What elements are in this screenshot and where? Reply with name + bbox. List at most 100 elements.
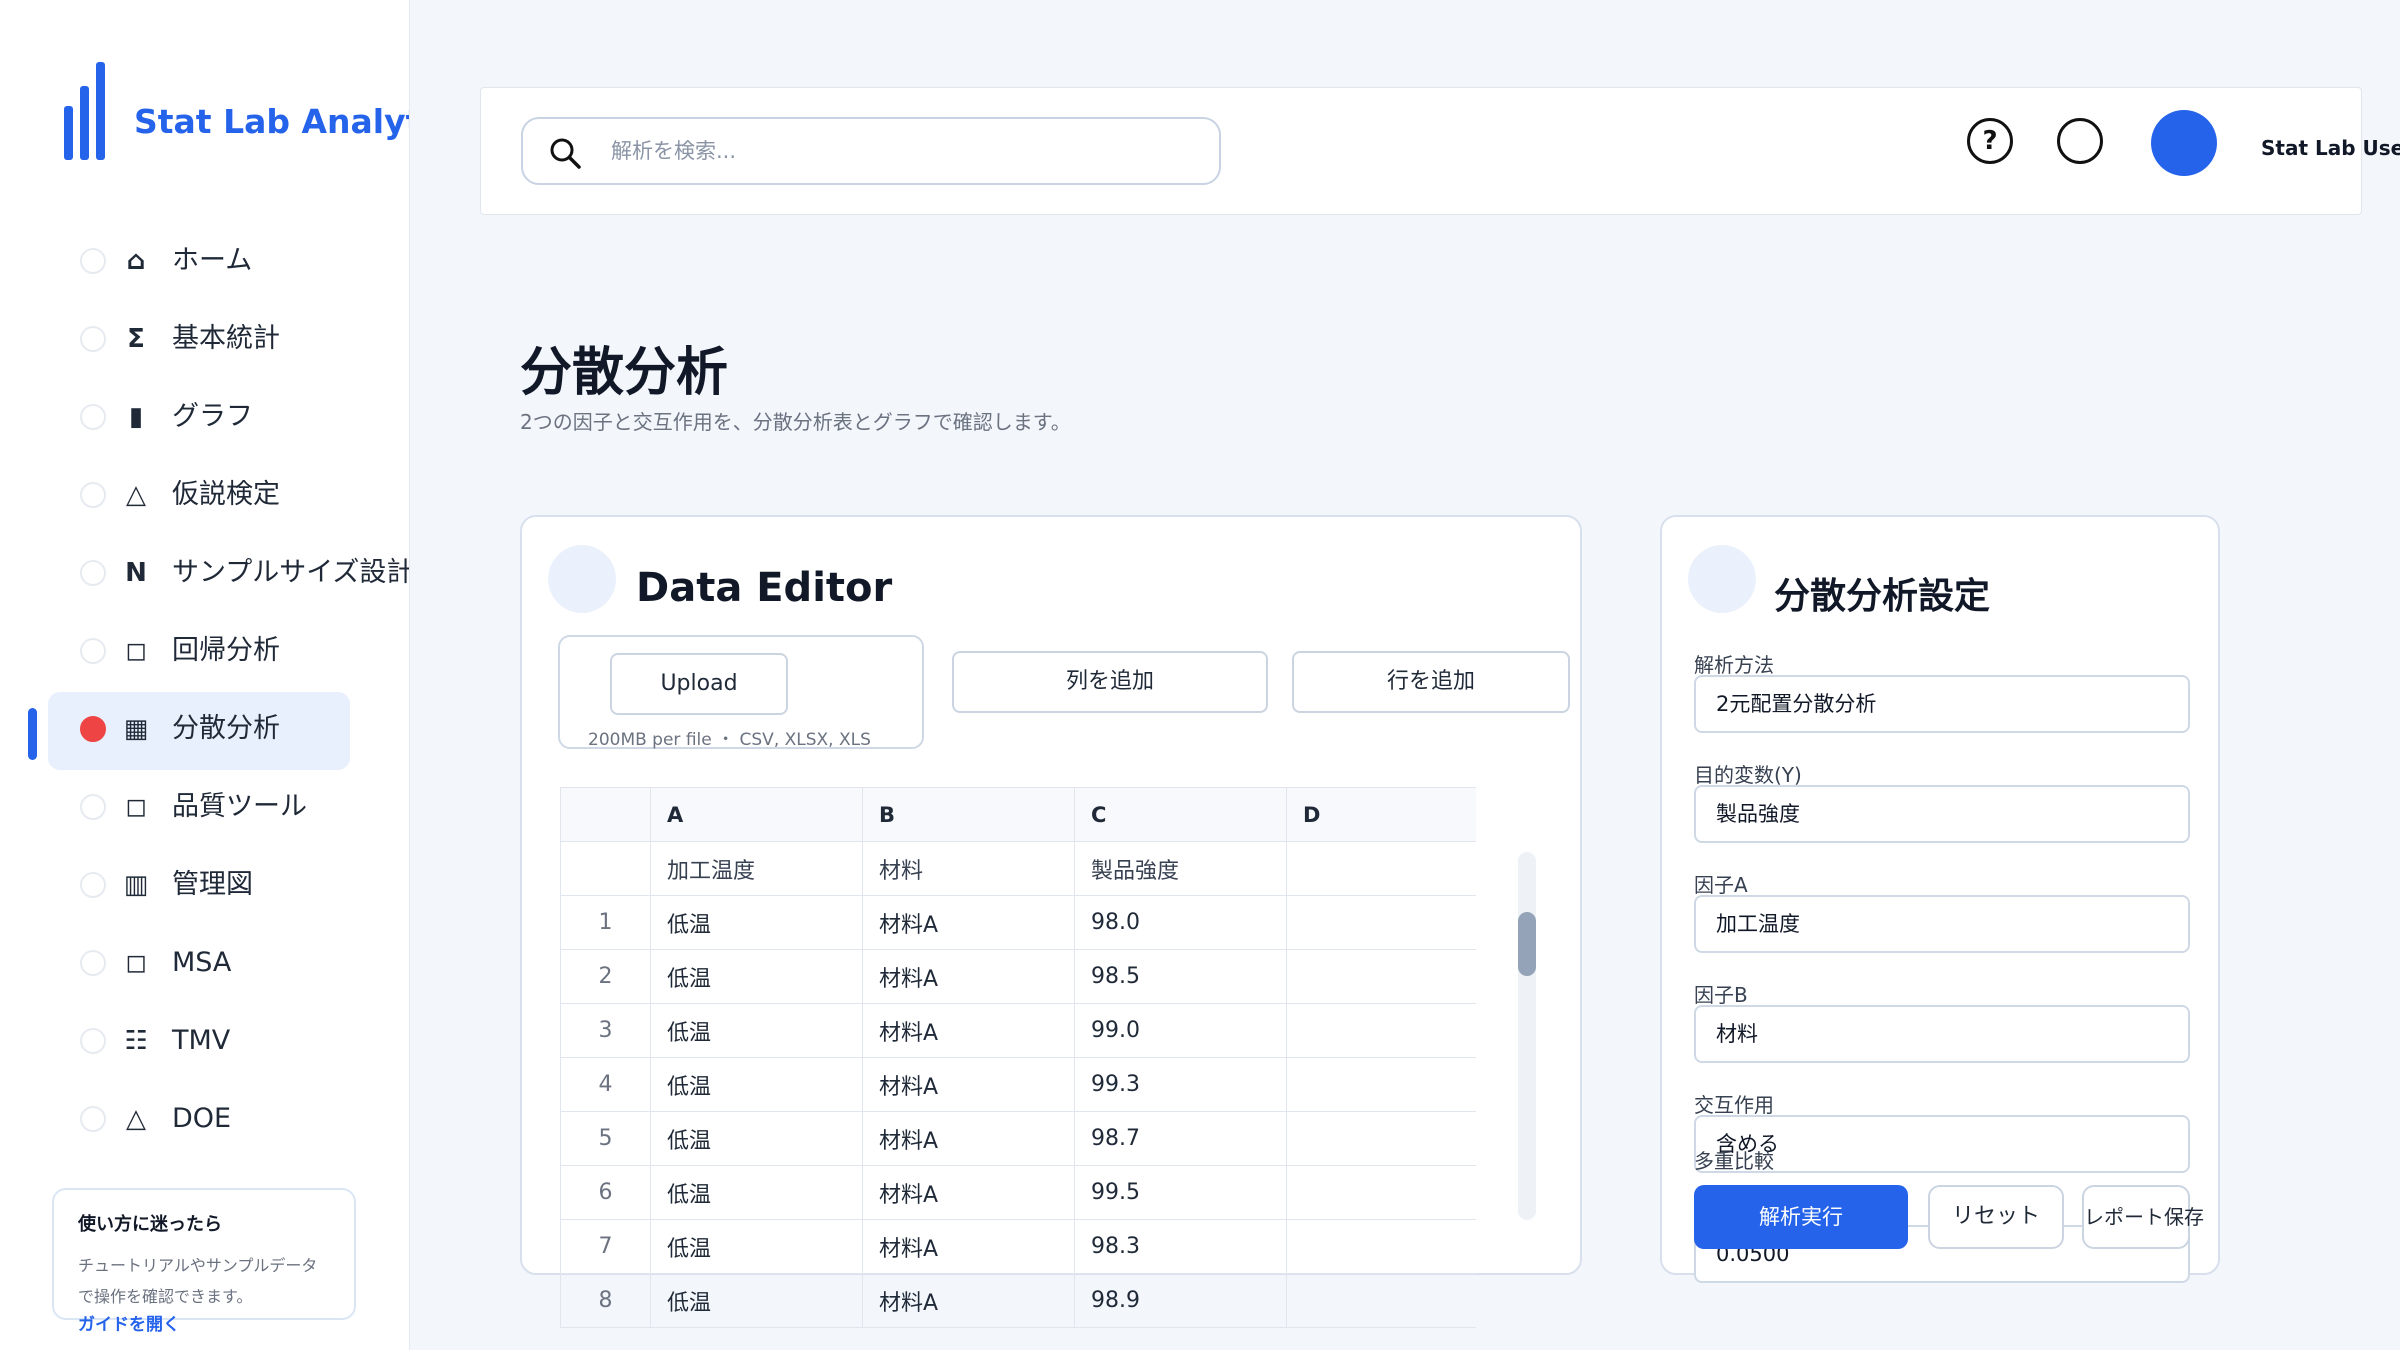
table-cell[interactable]: 材料A [862,949,1075,1004]
status-dot [80,950,106,976]
sidebar-item[interactable]: ◻ MSA [0,924,409,1002]
table-cell[interactable] [1286,841,1476,896]
add-row-button[interactable]: 行を追加 [1292,651,1570,713]
sidebar-item[interactable]: N サンプルサイズ設計 [0,534,409,612]
table-cell[interactable]: 低温 [650,1165,863,1220]
table-cell[interactable] [1286,949,1476,1004]
save-report-button[interactable]: レポート保存 [2082,1185,2204,1249]
table-cell[interactable]: 材料A [862,1057,1075,1112]
table-row: 8 低温 材料A 98.9 [560,1273,1476,1328]
table-cell[interactable] [1286,895,1476,950]
upload-dropzone[interactable]: Upload 200MB per file ・ CSV, XLSX, XLS [558,635,924,750]
column-header[interactable]: A [650,787,863,842]
settings-title: 分散分析設定 [1774,576,1991,617]
table-cell[interactable] [1286,1003,1476,1058]
column-header[interactable] [560,787,651,842]
table-cell[interactable]: 材料 [862,841,1075,896]
select-field[interactable]: 加工温度 [1694,895,2190,953]
vertical-scrollbar[interactable] [1518,852,1536,1220]
data-editor-card: Data Editor Upload 200MB per file ・ CSV,… [520,515,1582,1328]
sigma-icon: Σ [127,324,145,354]
table-cell[interactable]: 低温 [650,1003,863,1058]
table-cell[interactable]: 材料A [862,1003,1075,1058]
search-box[interactable] [521,117,1221,185]
row-number: 6 [560,1165,651,1220]
table-cell[interactable]: 加工温度 [650,841,863,896]
column-header[interactable]: B [862,787,1075,842]
table-cell[interactable]: 材料A [862,895,1075,950]
list-icon: ☷ [124,1026,148,1056]
sidebar-nav: ⌂ ホーム Σ 基本統計 ▮ グラフ △ 仮説検定 N サンプルサイズ設計 ◻ 回帰分析 ▦ 分散分析 ◻ 品… [0,222,409,1158]
table-cell[interactable] [1286,1273,1476,1328]
table-cell[interactable]: 低温 [650,895,863,950]
brand-logo[interactable]: Stat Lab Analytics [64,60,409,160]
table-cell[interactable]: 98.0 [1074,895,1287,950]
add-column-button[interactable]: 列を追加 [952,651,1268,713]
table-cell[interactable]: 99.5 [1074,1165,1287,1220]
column-header[interactable]: D [1286,787,1476,842]
help-icon[interactable]: ? [1967,118,2013,164]
table-cell[interactable] [1286,1219,1476,1274]
sidebar-item[interactable]: ☷ TMV [0,1002,409,1080]
open-guide-link[interactable]: ガイドを開く [78,1310,180,1335]
select-field[interactable]: 製品強度 [1694,785,2190,843]
table-cell[interactable]: 製品強度 [1074,841,1287,896]
table-cell[interactable]: 低温 [650,1273,863,1328]
status-dot [80,326,106,352]
sidebar-item-label: 管理図 [172,869,253,900]
table-cell[interactable] [1286,1111,1476,1166]
table-cell[interactable]: 99.3 [1074,1057,1287,1112]
table-cell[interactable]: 材料A [862,1111,1075,1166]
search-input[interactable] [611,131,1191,171]
sidebar-item[interactable]: ◻ 品質ツール [0,768,409,846]
sidebar-item-label: TMV [172,1025,231,1056]
bar-chart-icon: ▮ [128,402,144,432]
table-cell[interactable]: 低温 [650,1219,863,1274]
sidebar-item[interactable]: ▮ グラフ [0,378,409,456]
sidebar-item[interactable]: ⌂ ホーム [0,222,409,300]
sidebar-item[interactable]: ◻ 回帰分析 [0,612,409,690]
active-indicator [28,708,37,760]
table-cell[interactable] [1286,1165,1476,1220]
table-cell[interactable]: 98.7 [1074,1111,1287,1166]
avatar[interactable] [2151,110,2217,176]
square-icon: ◻ [125,948,147,978]
table-cell[interactable]: 98.3 [1074,1219,1287,1274]
status-dot [80,248,106,274]
status-dot [80,1028,106,1054]
table-cell[interactable]: 98.9 [1074,1273,1287,1328]
table-cell[interactable]: 材料A [862,1273,1075,1328]
sidebar-item-label: 基本統計 [172,323,280,354]
sidebar-item[interactable]: △ 仮説検定 [0,456,409,534]
scrollbar-thumb[interactable] [1518,912,1536,976]
user-name: Stat Lab User [2261,136,2400,160]
sidebar-item[interactable]: ▥ 管理図 [0,846,409,924]
sidebar-item[interactable]: ▦ 分散分析 [0,690,409,770]
reset-button[interactable]: リセット [1928,1185,2064,1249]
sidebar-item-label: 分散分析 [172,713,280,744]
table-cell[interactable]: 99.0 [1074,1003,1287,1058]
column-header[interactable]: C [1074,787,1287,842]
run-analysis-button[interactable]: 解析実行 [1694,1185,1908,1249]
sidebar-item[interactable]: Σ 基本統計 [0,300,409,378]
row-number: 5 [560,1111,651,1166]
sidebar-item[interactable]: △ DOE [0,1080,409,1158]
page-title: 分散分析 [520,343,729,403]
table-cell[interactable]: 材料A [862,1219,1075,1274]
select-field[interactable]: 材料 [1694,1005,2190,1063]
table-cell[interactable]: 98.5 [1074,949,1287,1004]
table-cell[interactable]: 低温 [650,949,863,1004]
table-cell[interactable]: 低温 [650,1057,863,1112]
select-field[interactable]: 2元配置分散分析 [1694,675,2190,733]
status-dot [80,638,106,664]
status-dot [80,404,106,430]
page-subtitle: 2つの因子と交互作用を、分散分析表とグラフで確認します。 [520,410,1071,434]
table-cell[interactable] [1286,1057,1476,1112]
upload-button[interactable]: Upload [610,653,788,715]
field-label: 因子B [1694,983,1748,1007]
triangle-icon: △ [126,480,146,510]
notification-icon[interactable] [2057,118,2103,164]
table-cell[interactable]: 低温 [650,1111,863,1166]
table-cell[interactable]: 材料A [862,1165,1075,1220]
square-icon: ◻ [125,792,147,822]
